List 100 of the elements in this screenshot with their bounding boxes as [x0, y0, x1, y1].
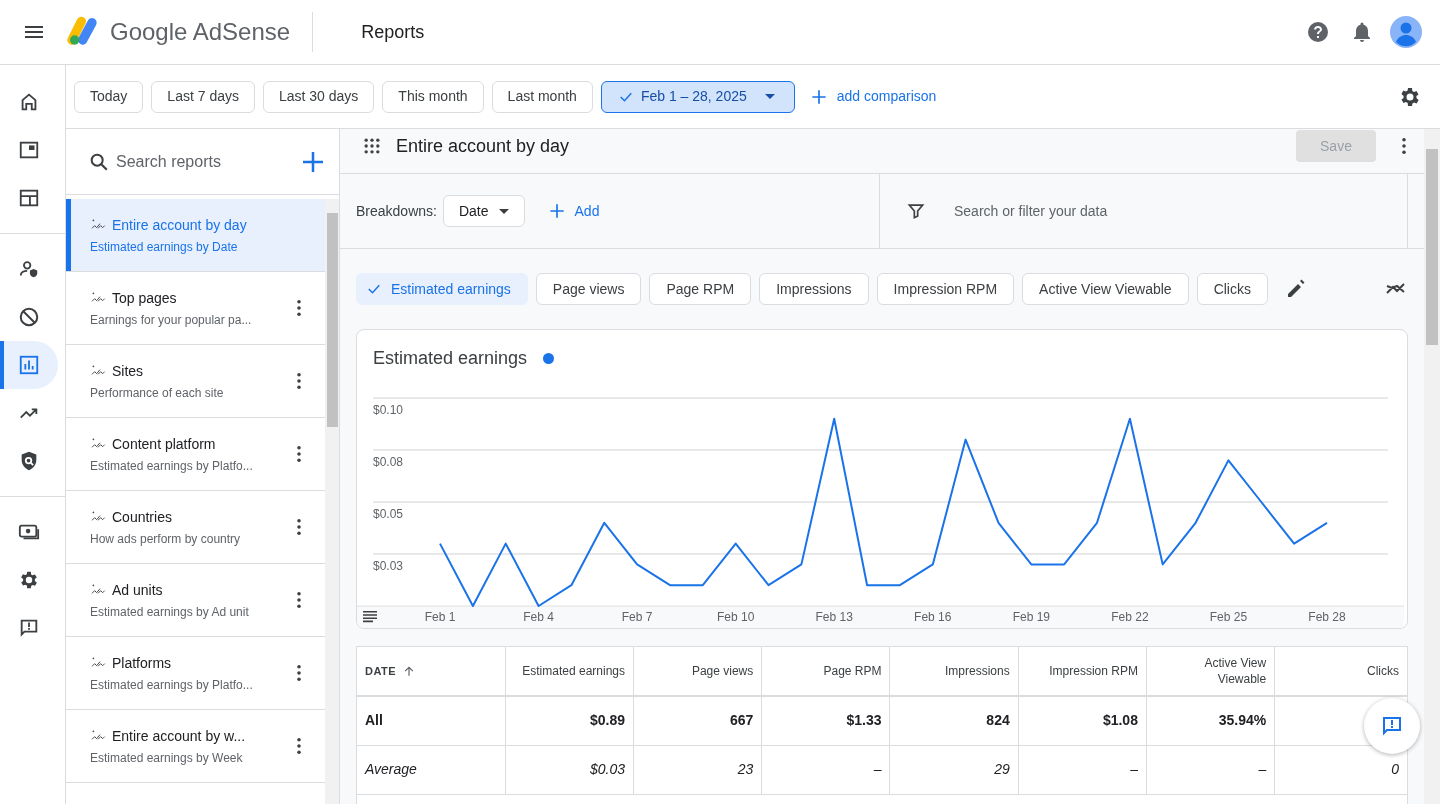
- more-icon: [1402, 138, 1406, 154]
- table-cell: 35.94%: [1146, 696, 1275, 745]
- metric-chip[interactable]: Page RPM: [649, 273, 752, 305]
- report-title: Entire account by w...: [112, 726, 246, 746]
- column-header[interactable]: Estimated earnings: [505, 647, 634, 696]
- x-axis-label: Feb 7: [621, 610, 653, 624]
- x-axis-label: Feb 13: [815, 610, 853, 624]
- y-axis-label: $0.08: [373, 455, 404, 469]
- report-subtitle: Estimated earnings by Platfo...: [90, 457, 254, 475]
- add-breakdown-button[interactable]: Add: [546, 200, 600, 222]
- y-axis-label: $0.10: [373, 403, 404, 417]
- x-axis-label: Feb 19: [1012, 610, 1050, 624]
- scrollbar[interactable]: [325, 199, 339, 804]
- more-icon: [297, 373, 301, 389]
- report-subtitle: Earnings for your popular pa...: [90, 311, 253, 329]
- product-name: Google AdSense: [110, 17, 291, 47]
- report-title: Sites: [112, 361, 144, 381]
- legend-toggle-icon[interactable]: [363, 611, 377, 623]
- column-header[interactable]: Clicks: [1274, 647, 1407, 696]
- help-button[interactable]: [1306, 20, 1330, 44]
- report-subtitle: Performance of each site: [90, 384, 225, 402]
- avatar-icon[interactable]: [1390, 16, 1422, 48]
- more-icon: [297, 300, 301, 316]
- column-header[interactable]: DATE: [357, 647, 506, 696]
- scrollbar[interactable]: [1424, 129, 1440, 804]
- date-range-chip[interactable]: Today: [74, 80, 144, 113]
- date-range-chip[interactable]: Last month: [491, 80, 593, 113]
- column-header[interactable]: Impression RPM: [1018, 647, 1147, 696]
- metric-chip[interactable]: Active View Viewable: [1022, 273, 1189, 305]
- date-range-chip[interactable]: This month: [382, 80, 484, 113]
- y-axis-label: $0.05: [373, 507, 404, 521]
- x-axis-label: Feb 16: [914, 610, 952, 624]
- bar-chart-icon: [18, 354, 40, 376]
- table-cell: Average: [357, 745, 506, 794]
- table-cell: 0: [1274, 745, 1407, 794]
- report-subtitle: Estimated earnings by Platfo...: [90, 676, 254, 694]
- layout-icon: [18, 187, 40, 209]
- table-cell: $0.89: [505, 696, 634, 745]
- table-cell: 667: [633, 696, 762, 745]
- x-axis-label: Feb 10: [717, 610, 755, 624]
- block-icon: [18, 306, 40, 328]
- metric-chip[interactable]: Page views: [535, 273, 642, 305]
- more-icon: [297, 738, 301, 754]
- nav-item[interactable]: [0, 341, 58, 389]
- report-title: Entire account by day: [396, 134, 570, 158]
- table-cell: $1.33: [761, 696, 890, 745]
- page-title: Reports: [361, 20, 425, 44]
- report-title: Entire account by day: [112, 215, 247, 235]
- chart-title: Estimated earnings: [373, 346, 528, 370]
- table-cell: –: [1146, 745, 1275, 794]
- ad-frame-icon: [18, 139, 40, 161]
- x-axis-label: Feb 22: [1111, 610, 1149, 624]
- metric-chip[interactable]: Impressions: [759, 273, 869, 305]
- table-cell: –: [1018, 745, 1147, 794]
- column-header[interactable]: Page RPM: [761, 647, 890, 696]
- report-title: Platforms: [112, 653, 172, 673]
- date-range-chip[interactable]: Last 30 days: [262, 80, 375, 113]
- y-axis-label: $0.03: [373, 559, 404, 573]
- report-title: Ad units: [112, 580, 163, 600]
- x-axis-label: Feb 4: [523, 610, 554, 624]
- date-range-chip[interactable]: Feb 1 – 28, 2025: [600, 80, 795, 113]
- table-cell: 23: [633, 745, 762, 794]
- feedback-icon: [1380, 714, 1404, 738]
- date-range-chip[interactable]: Last 7 days: [151, 80, 255, 113]
- caret-icon: [498, 208, 509, 214]
- report-title: Countries: [112, 507, 172, 527]
- report-subtitle: Estimated earnings by Week: [90, 749, 244, 767]
- metric-chip[interactable]: Impression RPM: [876, 273, 1015, 305]
- settings-icon: [18, 569, 40, 591]
- person-shield-icon: [18, 258, 40, 280]
- feedback-icon: [18, 617, 40, 639]
- column-header[interactable]: Page views: [633, 647, 762, 696]
- filter-field[interactable]: Search or filter your data: [954, 200, 1407, 222]
- x-axis-label: Feb 25: [1209, 610, 1248, 624]
- column-header[interactable]: Impressions: [890, 647, 1019, 696]
- report-title: Top pages: [112, 288, 177, 308]
- column-header[interactable]: Active View Viewable: [1146, 647, 1275, 696]
- table-cell: All: [357, 696, 506, 745]
- report-item[interactable]: Entire account by day Estimated earnings by Date: [66, 199, 325, 272]
- add-comparison-button[interactable]: add comparison: [808, 86, 937, 107]
- table-cell: $0.03: [505, 745, 634, 794]
- search-field[interactable]: Search reports: [116, 149, 295, 174]
- caret-icon: [764, 94, 775, 99]
- add-report-button[interactable]: [303, 151, 323, 172]
- report-subtitle: Estimated earnings by Date: [90, 238, 239, 256]
- breakdowns-label: Breakdowns:: [356, 201, 437, 221]
- report-title: Content platform: [112, 434, 216, 454]
- drag-grid-icon: [362, 136, 382, 156]
- filter-icon: [906, 201, 926, 221]
- metric-chip[interactable]: Estimated earnings: [356, 273, 528, 305]
- metric-chip[interactable]: Clicks: [1196, 273, 1268, 305]
- x-axis-label: Feb 1: [424, 610, 456, 624]
- table-cell: 824: [890, 696, 1019, 745]
- help-icon: [1306, 20, 1330, 44]
- table-cell: $1.08: [1018, 696, 1147, 745]
- x-axis-label: Feb 28: [1308, 610, 1346, 624]
- more-icon: [297, 446, 301, 462]
- breakdown-dropdown[interactable]: Date: [442, 195, 525, 227]
- more-icon: [297, 519, 301, 535]
- more-icon: [297, 665, 301, 681]
